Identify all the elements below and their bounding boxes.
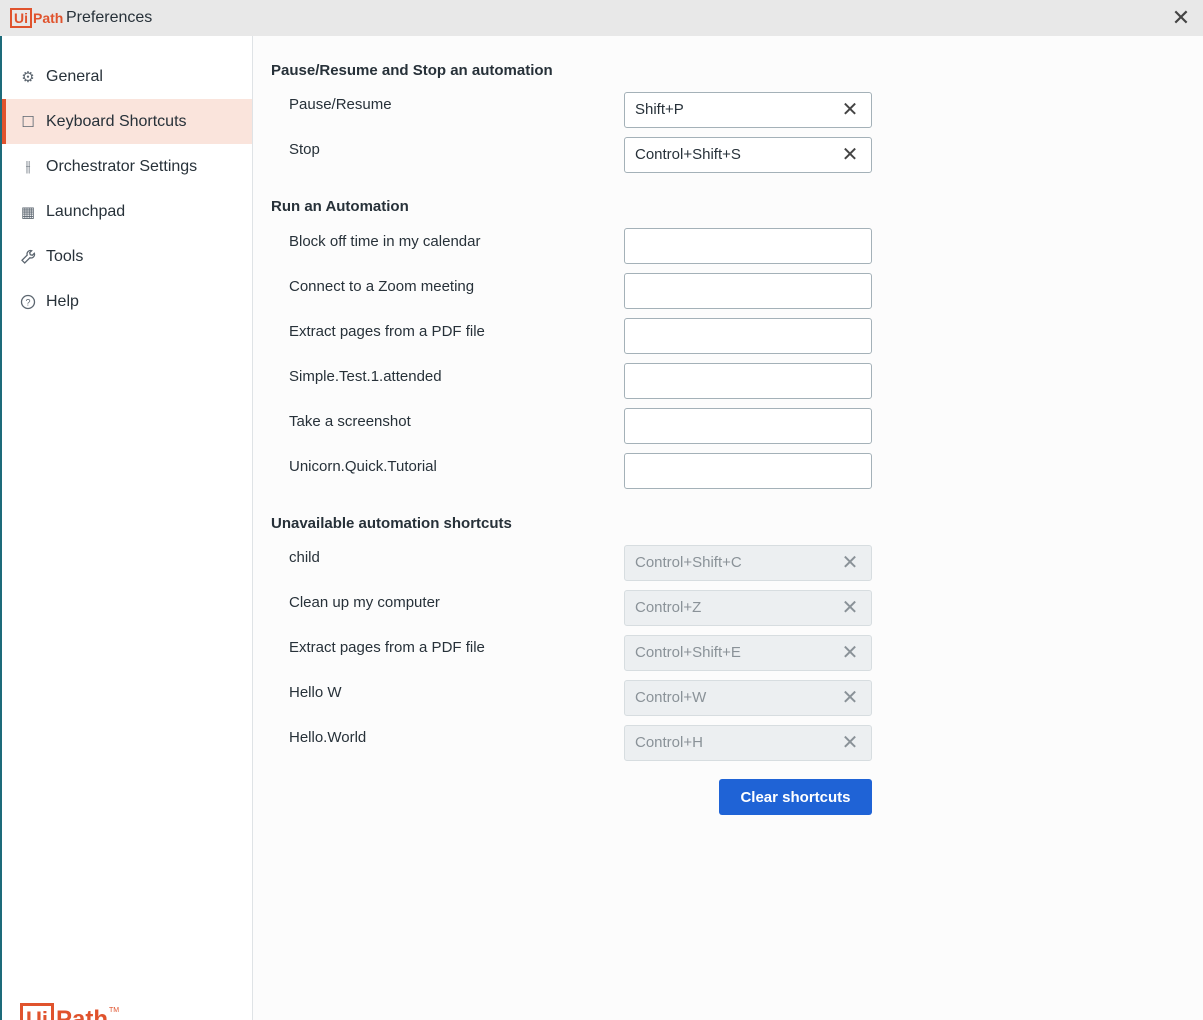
shortcut-input[interactable] — [624, 318, 872, 354]
shortcut-label: Take a screenshot — [289, 413, 411, 430]
sidebar-item-label: Orchestrator Settings — [46, 157, 198, 175]
shortcut-value: Control+Shift+E — [635, 644, 741, 661]
clear-shortcut-icon[interactable]: ✕ — [839, 732, 861, 754]
shortcut-input[interactable] — [624, 453, 872, 489]
clear-shortcuts-button[interactable]: Clear shortcuts — [719, 779, 872, 815]
shortcut-value: Control+Shift+S — [635, 146, 741, 163]
window-title: Preferences — [66, 9, 153, 26]
grid-icon: ▦ — [20, 203, 36, 221]
section-title-run: Run an Automation — [271, 198, 409, 215]
shortcuts-panel: Pause/Resume and Stop an automation Paus… — [253, 36, 1203, 1020]
shortcut-value: Control+Shift+C — [635, 554, 742, 571]
logo-ui: Ui — [10, 8, 32, 28]
uipath-logo-bottom: Ui Path TM — [20, 1003, 119, 1020]
shortcut-label: Extract pages from a PDF file — [289, 639, 485, 656]
shortcut-value: Control+H — [635, 734, 703, 751]
shortcut-label: Hello W — [289, 684, 342, 701]
sidebar-item-label: Launchpad — [46, 202, 126, 220]
shortcut-label: Stop — [289, 141, 320, 158]
sliders-icon: ⫲ — [25, 158, 31, 175]
shortcut-value: Control+Z — [635, 599, 702, 616]
clear-shortcut-icon[interactable]: ✕ — [839, 642, 861, 664]
clear-shortcut-icon[interactable]: ✕ — [839, 99, 861, 121]
section-title-unavailable: Unavailable automation shortcuts — [271, 515, 512, 532]
svg-text:?: ? — [25, 297, 30, 307]
logo-trademark: TM — [109, 1007, 120, 1014]
sidebar-item-keyboard-shortcuts[interactable]: ☐ Keyboard Shortcuts — [2, 99, 252, 144]
keyboard-shortcut-icon: ☐ — [21, 113, 35, 131]
shortcut-label: Pause/Resume — [289, 96, 392, 113]
shortcut-input-stop[interactable]: Control+Shift+S ✕ — [624, 137, 872, 173]
sidebar-item-label: Keyboard Shortcuts — [46, 112, 187, 130]
shortcut-label: Hello.World — [289, 729, 367, 746]
shortcut-value: Control+W — [635, 689, 707, 706]
sidebar-item-tools[interactable]: Tools — [2, 234, 252, 279]
close-icon[interactable]: ✕ — [1168, 6, 1194, 30]
shortcut-label: Simple.Test.1.attended — [289, 368, 442, 385]
clear-shortcut-icon[interactable]: ✕ — [839, 687, 861, 709]
clear-shortcut-icon[interactable]: ✕ — [839, 597, 861, 619]
shortcut-label: Clean up my computer — [289, 594, 440, 611]
sidebar-item-help[interactable]: ? Help — [2, 279, 252, 324]
sidebar-item-launchpad[interactable]: ▦ Launchpad — [2, 189, 252, 234]
shortcut-value: Shift+P — [635, 101, 684, 118]
shortcut-label: child — [289, 549, 320, 566]
section-title-pause-stop: Pause/Resume and Stop an automation — [271, 62, 553, 79]
sidebar-item-label: Tools — [46, 247, 84, 265]
sidebar-item-general[interactable]: ⚙ General — [2, 54, 252, 99]
shortcut-input[interactable] — [624, 363, 872, 399]
shortcut-input[interactable] — [624, 408, 872, 444]
shortcut-input-pause-resume[interactable]: Shift+P ✕ — [624, 92, 872, 128]
gear-icon: ⚙ — [21, 68, 35, 86]
shortcut-label: Unicorn.Quick.Tutorial — [289, 458, 437, 475]
shortcut-label: Block off time in my calendar — [289, 233, 481, 250]
title-bar: Ui Path Preferences ✕ — [0, 0, 1203, 36]
logo-ui: Ui — [20, 1003, 54, 1020]
shortcut-input-disabled: Control+Z ✕ — [624, 590, 872, 626]
shortcut-input[interactable] — [624, 273, 872, 309]
shortcut-input[interactable] — [624, 228, 872, 264]
sidebar: ⚙ General ☐ Keyboard Shortcuts ⫲ Orchest… — [2, 36, 253, 1020]
wrench-icon — [19, 248, 37, 266]
uipath-logo: Ui Path — [10, 7, 63, 29]
shortcut-input-disabled: Control+Shift+E ✕ — [624, 635, 872, 671]
sidebar-item-orchestrator-settings[interactable]: ⫲ Orchestrator Settings — [2, 144, 252, 189]
logo-path: Path — [33, 10, 64, 26]
shortcut-input-disabled: Control+Shift+C ✕ — [624, 545, 872, 581]
clear-shortcut-icon[interactable]: ✕ — [839, 144, 861, 166]
logo-path: Path — [56, 1006, 109, 1020]
clear-shortcut-icon[interactable]: ✕ — [839, 552, 861, 574]
help-icon: ? — [19, 293, 37, 311]
shortcut-label: Connect to a Zoom meeting — [289, 278, 475, 295]
sidebar-item-label: General — [46, 67, 103, 85]
shortcut-label: Extract pages from a PDF file — [289, 323, 485, 340]
sidebar-item-label: Help — [46, 292, 79, 310]
shortcut-input-disabled: Control+W ✕ — [624, 680, 872, 716]
shortcut-input-disabled: Control+H ✕ — [624, 725, 872, 761]
